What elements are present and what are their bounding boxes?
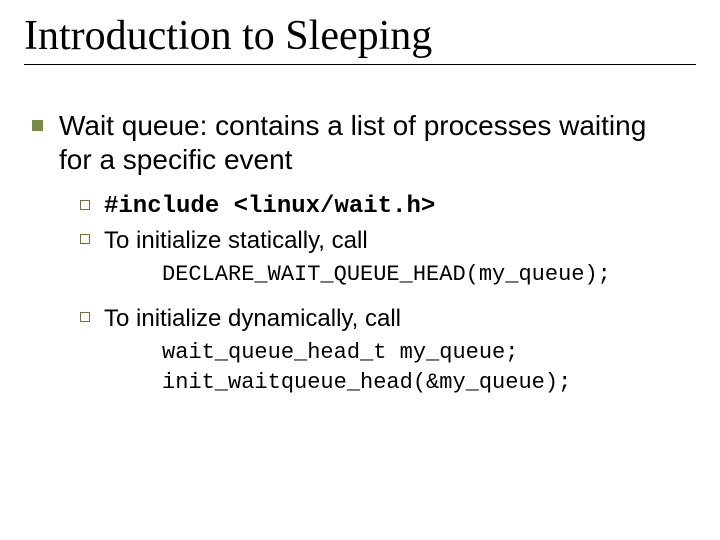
bullet-level2: #include <linux/wait.h> [80, 192, 696, 222]
bullet-level2: To initialize statically, call [80, 226, 696, 256]
slide-title: Introduction to Sleeping [24, 14, 696, 58]
bullet-level2: To initialize dynamically, call [80, 304, 696, 334]
level1-text: Wait queue: contains a list of processes… [59, 109, 669, 176]
square-bullet-icon [32, 120, 43, 131]
code-line: init_waitqueue_head(&my_queue); [162, 368, 696, 398]
include-directive: #include <linux/wait.h> [104, 192, 435, 222]
code-line: DECLARE_WAIT_QUEUE_HEAD(my_queue); [162, 260, 696, 290]
title-underline: Introduction to Sleeping [24, 14, 696, 65]
static-init-label: To initialize statically, call [104, 226, 368, 256]
open-square-bullet-icon [80, 200, 90, 210]
slide: Introduction to Sleeping Wait queue: con… [0, 0, 720, 540]
code-line: wait_queue_head_t my_queue; [162, 338, 696, 368]
bullet-level1: Wait queue: contains a list of processes… [32, 109, 696, 176]
code-block: wait_queue_head_t my_queue; init_waitque… [162, 338, 696, 397]
open-square-bullet-icon [80, 234, 90, 244]
dynamic-init-label: To initialize dynamically, call [104, 304, 401, 334]
open-square-bullet-icon [80, 312, 90, 322]
level2-group: #include <linux/wait.h> To initialize st… [80, 192, 696, 397]
